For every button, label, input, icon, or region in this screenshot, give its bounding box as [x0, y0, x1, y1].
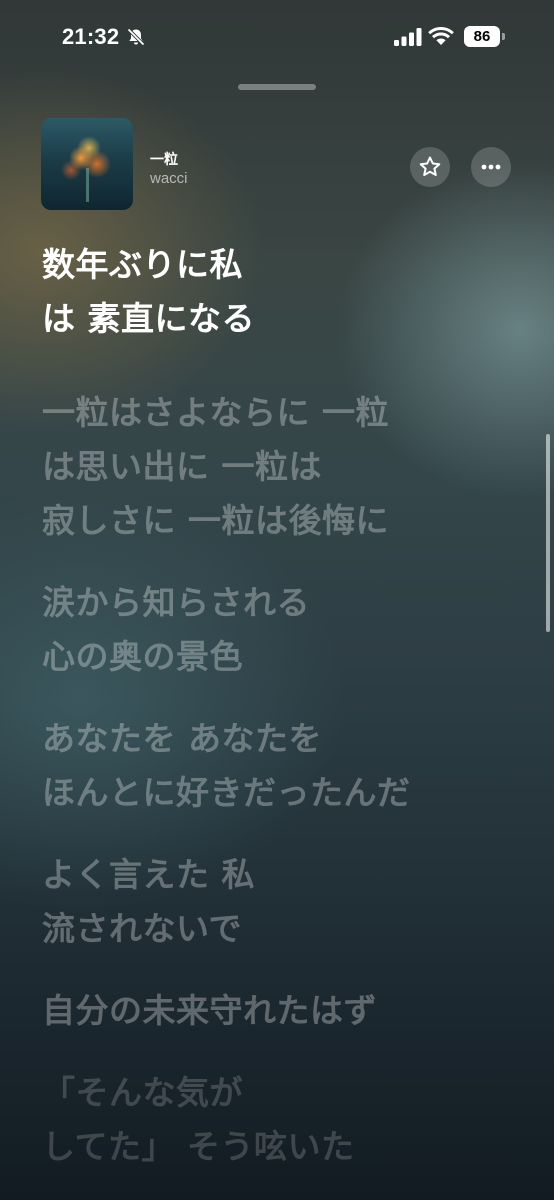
wifi-icon — [428, 27, 454, 45]
bell-slash-icon — [127, 28, 145, 46]
lyric-text: よく言えた 私 — [42, 855, 255, 894]
lyric-text: は 素直になる — [42, 299, 255, 338]
star-icon — [419, 156, 441, 176]
cellular-signal-icon — [394, 28, 422, 46]
lyric-text: は思い出に 一粒は — [42, 447, 322, 486]
lyric-line[interactable]: 自分の未来守れたはず — [42, 984, 512, 1038]
favorite-button[interactable] — [410, 147, 450, 187]
status-time: 21:32 — [62, 24, 120, 49]
lyric-text: ほんとに好きだったんだ — [42, 773, 411, 812]
lyric-text: してた」 そう呟いた — [42, 1127, 355, 1166]
lyric-line-current[interactable]: 数年ぶりに私 は 素直になる — [42, 238, 512, 346]
battery-tip — [502, 33, 505, 40]
song-artist[interactable]: wacci — [150, 170, 188, 187]
album-artwork[interactable] — [41, 118, 133, 210]
sheet-grabber-handle[interactable] — [238, 84, 316, 90]
ellipsis-icon — [481, 164, 501, 170]
lyric-line[interactable]: 一粒はさよならに 一粒 は思い出に 一粒は 寂しさに 一粒は後悔に — [42, 386, 512, 548]
artwork-flower-stem — [86, 168, 89, 202]
battery-indicator: 86 — [464, 26, 500, 47]
lyric-text: 自分の未来守れたはず — [42, 991, 377, 1030]
lyric-line[interactable]: 涙から知らされる 心の奥の景色 — [42, 576, 512, 684]
lyric-text: 心の奥の景色 — [42, 637, 243, 676]
lyric-text: 一粒はさよならに 一粒 — [42, 393, 389, 432]
more-options-button[interactable] — [471, 147, 511, 187]
lyrics-list[interactable]: 数年ぶりに私 は 素直になる 一粒はさよならに 一粒 は思い出に 一粒は 寂しさ… — [42, 238, 512, 1200]
lyric-text: 流されないで — [42, 909, 243, 948]
lyric-line[interactable]: 「そんな気が してた」 そう呟いた — [42, 1066, 512, 1174]
lyric-text: 数年ぶりに私 — [42, 245, 243, 284]
lyric-text: 寂しさに 一粒は後悔に — [42, 501, 389, 540]
lyric-text: あなたを あなたを — [42, 719, 322, 758]
status-bar: 21:32 86 — [0, 0, 554, 74]
lyrics-screen: 21:32 86 一粒 wacci 数年ぶりに私 は 素直になる 一粒はさよなら… — [0, 0, 554, 1200]
song-title: 一粒 — [150, 152, 178, 168]
lyric-line[interactable]: あなたを あなたを ほんとに好きだったんだ — [42, 712, 512, 820]
lyric-text: 「そんな気が — [42, 1073, 243, 1112]
lyric-line[interactable]: よく言えた 私 流されないで — [42, 848, 512, 956]
lyrics-scrollbar[interactable] — [546, 434, 550, 632]
lyric-text: 涙から知らされる — [42, 583, 310, 622]
